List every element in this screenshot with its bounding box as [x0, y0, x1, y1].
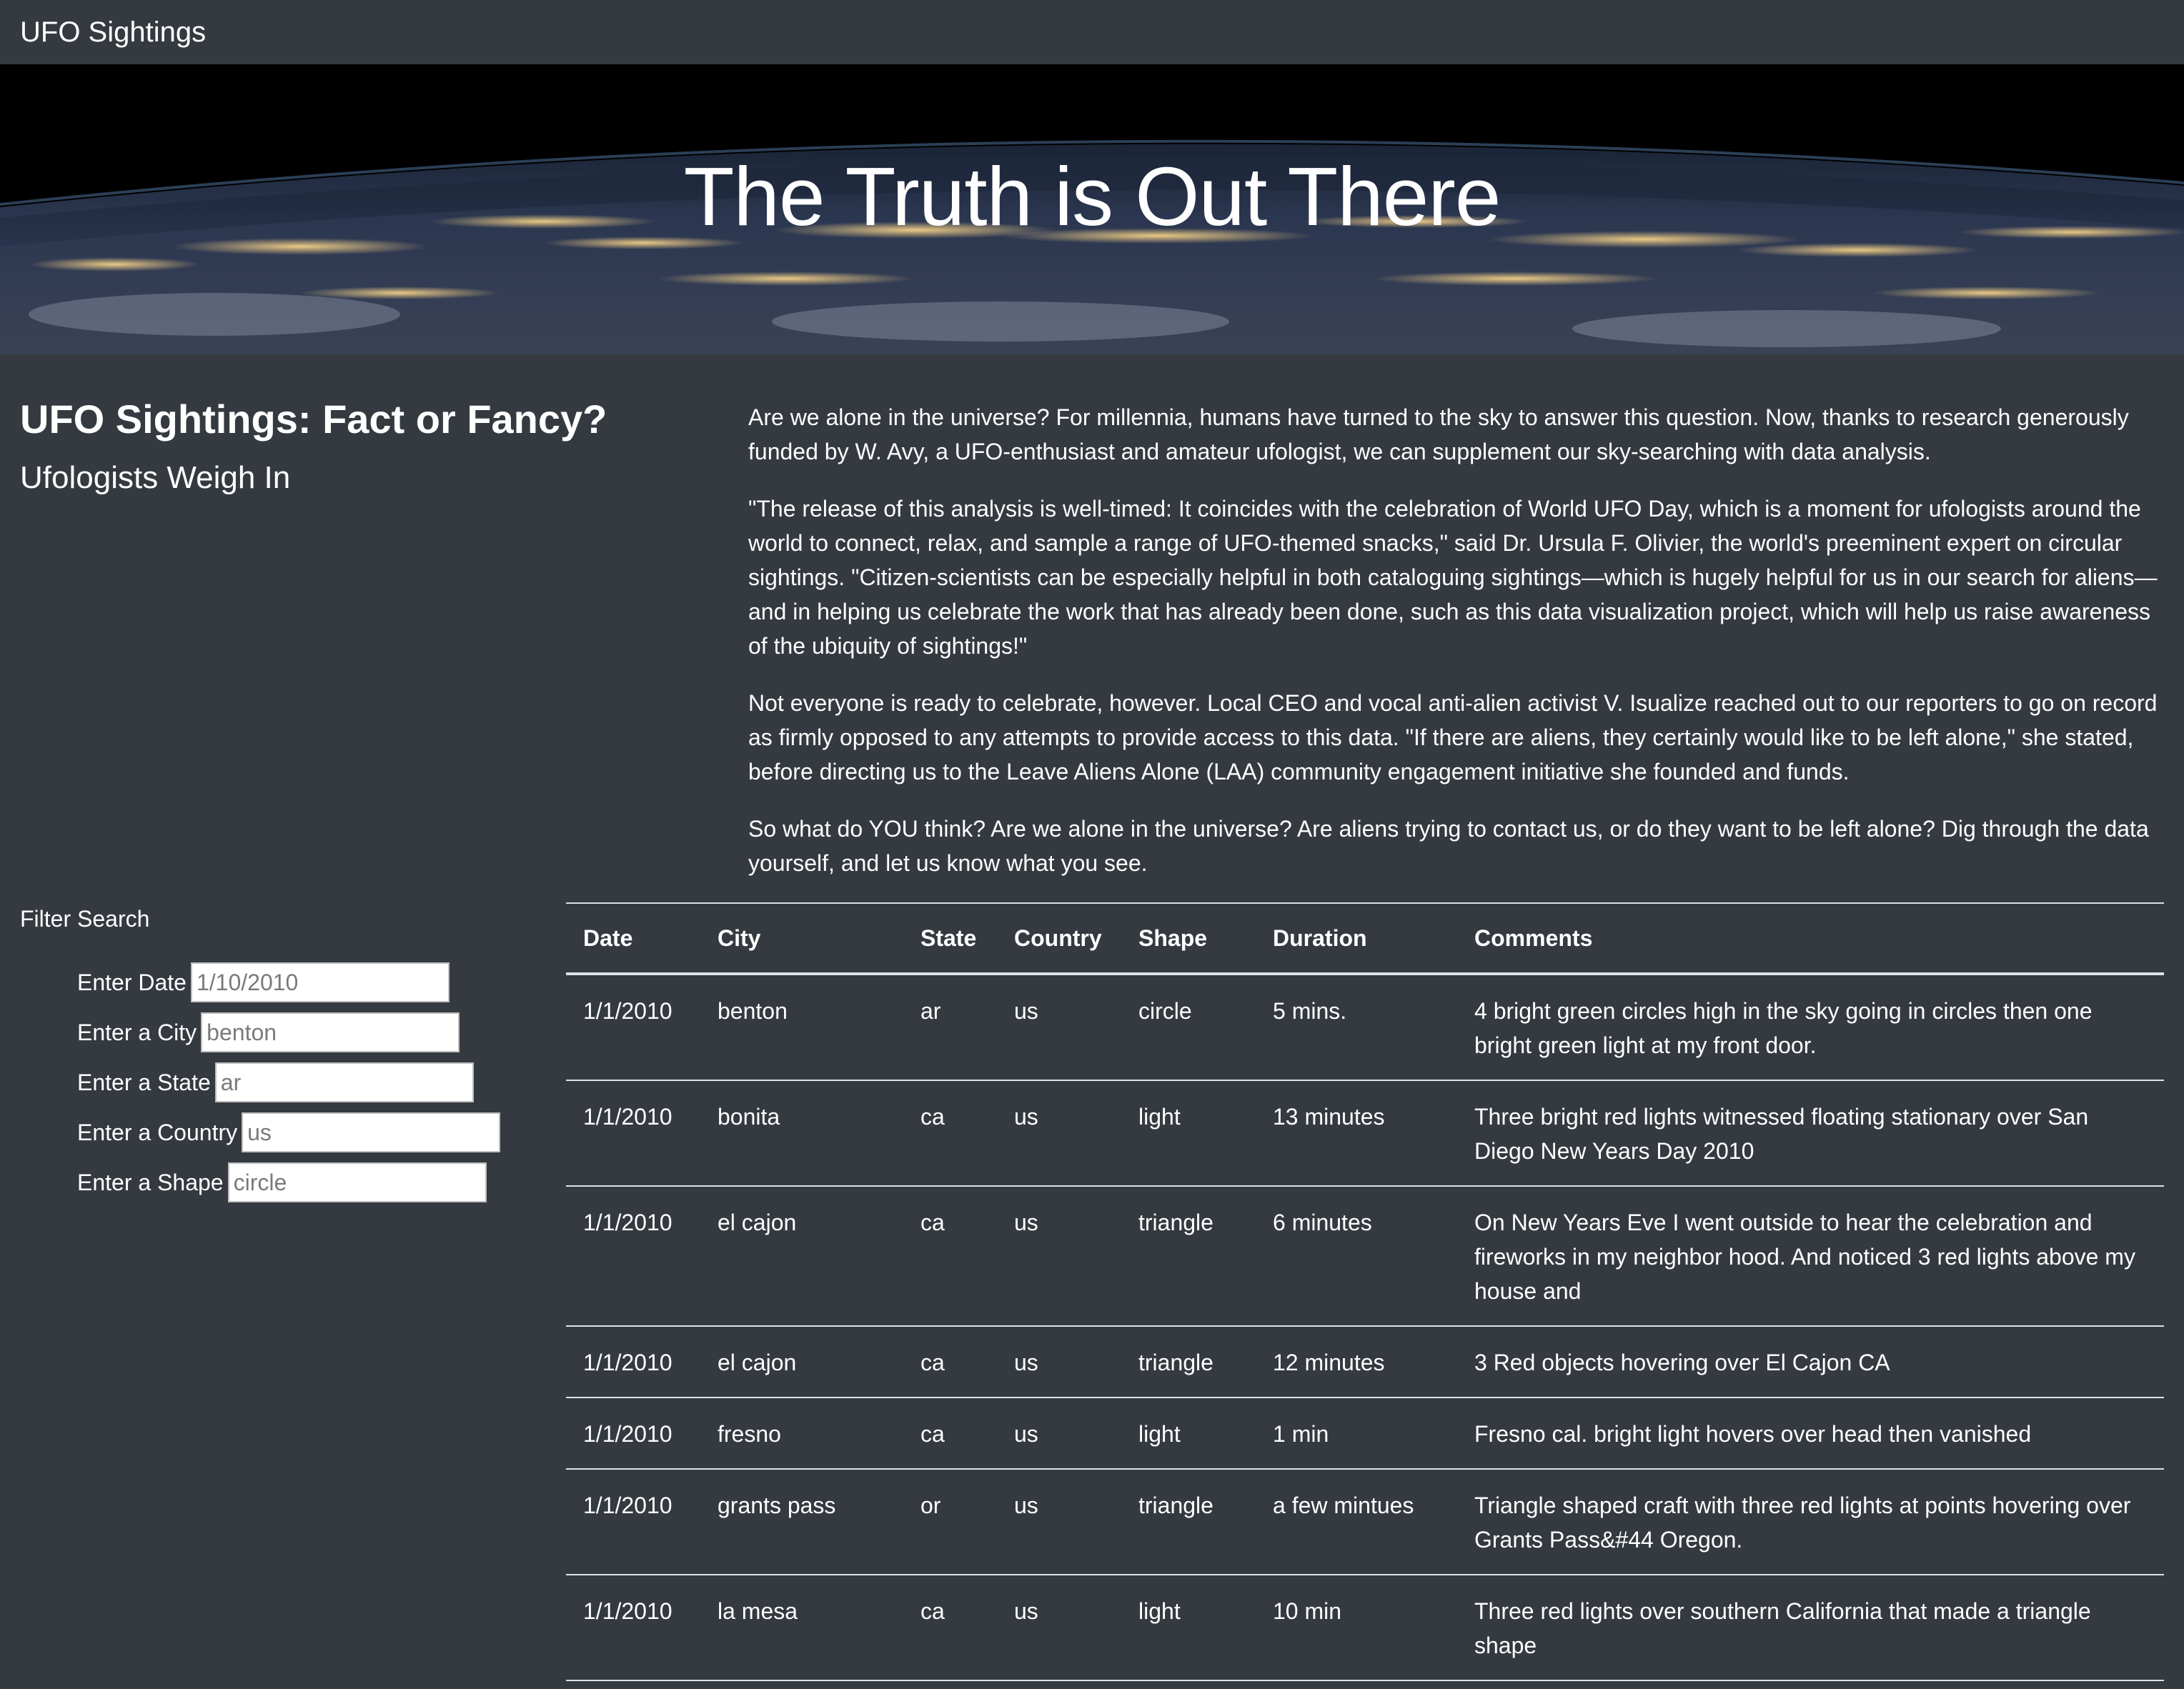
cell-country: us	[997, 1186, 1121, 1327]
cell-date: 1/1/2010	[566, 1469, 700, 1575]
cell-comments: Triangle shaped craft with three red lig…	[1457, 1469, 2164, 1575]
table-row: 1/1/2010 bonita ca us light 13 minutes Three b…	[566, 1080, 2164, 1187]
cell-duration: 12 minutes	[1256, 1326, 1457, 1398]
cell-state: ca	[903, 1186, 997, 1327]
cell-date: 1/1/2010	[566, 1326, 700, 1398]
country-input[interactable]	[242, 1112, 501, 1152]
date-input[interactable]	[190, 962, 450, 1002]
cell-state: ca	[903, 1326, 997, 1398]
table-row: 1/1/2010 fresno ca us light 1 min Fresno cal. …	[566, 1397, 2164, 1470]
header-state: State	[903, 902, 997, 975]
table-header: Date City State Country Shape Duration C…	[566, 902, 2164, 975]
article-paragraph: Are we alone in the universe? For millen…	[748, 404, 2129, 464]
cell-country: us	[997, 1326, 1121, 1398]
cell-shape: triangle	[1121, 1186, 1256, 1327]
intro-subheading: Ufologists Weigh In	[20, 460, 291, 495]
cell-comments: On New Years Eve I went outside to hear …	[1457, 1186, 2164, 1327]
cell-date: 1/1/2010	[566, 1186, 700, 1327]
article-paragraph: "The release of this analysis is well-ti…	[748, 496, 2158, 659]
cell-comments: Three bright red lights witnessed floati…	[1457, 1080, 2164, 1187]
cell-city: la mesa	[700, 1575, 903, 1681]
cell-date: 1/1/2010	[566, 974, 700, 1081]
cell-country: us	[997, 974, 1121, 1081]
header-shape: Shape	[1121, 902, 1256, 975]
cell-city: el cajon	[700, 1186, 903, 1327]
article: Are we alone in the universe? For millen…	[748, 400, 2163, 903]
cell-date: 1/1/2010	[566, 1397, 700, 1470]
header-date: Date	[566, 902, 700, 975]
country-label: Enter a Country	[77, 1119, 238, 1145]
intro-title: UFO Sightings: Fact or Fancy? Ufologists…	[20, 394, 720, 508]
cell-comments: 4 bright green circles high in the sky g…	[1457, 974, 2164, 1081]
header-city: City	[700, 902, 903, 975]
cell-shape: light	[1121, 1397, 1256, 1470]
cell-comments: Three red lights over southern Californi…	[1457, 1575, 2164, 1681]
cell-comments: Fresno cal. bright light hovers over hea…	[1457, 1397, 2164, 1470]
cell-shape: light	[1121, 1575, 1256, 1681]
header-comments: Comments	[1457, 902, 2164, 975]
state-label: Enter a State	[77, 1069, 211, 1095]
cell-duration: 6 minutes	[1256, 1186, 1457, 1327]
cell-state: ca	[903, 1575, 997, 1681]
cell-date: 1/1/2010	[566, 1575, 700, 1681]
filter-item-city: Enter a City	[77, 1007, 535, 1057]
table-header-row: Date City State Country Shape Duration C…	[566, 902, 2164, 975]
filter-panel: Filter Search Enter Date Enter a City En…	[20, 905, 535, 1207]
city-input[interactable]	[201, 1012, 460, 1052]
state-input[interactable]	[214, 1062, 474, 1102]
cell-country: us	[997, 1080, 1121, 1187]
sightings-table: Date City State Country Shape Duration C…	[566, 902, 2164, 1681]
cell-duration: 5 mins.	[1256, 974, 1457, 1081]
cell-city: grants pass	[700, 1469, 903, 1575]
filter-item-shape: Enter a Shape	[77, 1157, 535, 1207]
header-duration: Duration	[1256, 902, 1457, 975]
hero-banner: The Truth is Out There	[0, 64, 2184, 354]
article-paragraph: Not everyone is ready to celebrate, howe…	[748, 690, 2158, 784]
filter-heading: Filter Search	[20, 906, 150, 932]
cell-date: 1/1/2010	[566, 1080, 700, 1187]
sightings-table-container: Date City State Country Shape Duration C…	[566, 902, 2164, 1681]
cell-shape: triangle	[1121, 1469, 1256, 1575]
navbar: UFO Sightings	[0, 0, 2184, 64]
cell-shape: light	[1121, 1080, 1256, 1187]
table-row: 1/1/2010 la mesa ca us light 10 min Three red …	[566, 1575, 2164, 1681]
hero-title: The Truth is Out There	[683, 150, 1502, 243]
filter-item-state: Enter a State	[77, 1057, 535, 1107]
cell-city: el cajon	[700, 1326, 903, 1398]
navbar-brand[interactable]: UFO Sightings	[20, 16, 206, 49]
cell-country: us	[997, 1575, 1121, 1681]
cell-duration: 10 min	[1256, 1575, 1457, 1681]
cell-duration: a few mintues	[1256, 1469, 1457, 1575]
cell-shape: circle	[1121, 974, 1256, 1081]
intro-heading: UFO Sightings: Fact or Fancy?	[20, 397, 607, 442]
shape-input[interactable]	[227, 1162, 487, 1202]
cell-city: bonita	[700, 1080, 903, 1187]
header-country: Country	[997, 902, 1121, 975]
cell-duration: 1 min	[1256, 1397, 1457, 1470]
table-row: 1/1/2010 grants pass or us triangle a few min…	[566, 1469, 2164, 1575]
cell-state: or	[903, 1469, 997, 1575]
cell-country: us	[997, 1397, 1121, 1470]
cell-state: ca	[903, 1080, 997, 1187]
cell-state: ca	[903, 1397, 997, 1470]
cell-comments: 3 Red objects hovering over El Cajon CA	[1457, 1326, 2164, 1398]
filter-item-date: Enter Date	[77, 957, 535, 1007]
cell-shape: triangle	[1121, 1326, 1256, 1398]
cell-city: benton	[700, 974, 903, 1081]
cell-state: ar	[903, 974, 997, 1081]
table-body: 1/1/2010 benton ar us circle 5 mins. 4 bright …	[566, 974, 2164, 1681]
cell-city: fresno	[700, 1397, 903, 1470]
table-row: 1/1/2010 benton ar us circle 5 mins. 4 bright …	[566, 974, 2164, 1081]
filter-item-country: Enter a Country	[77, 1107, 535, 1157]
city-label: Enter a City	[77, 1019, 197, 1045]
article-paragraph: So what do YOU think? Are we alone in th…	[748, 816, 2149, 876]
table-row: 1/1/2010 el cajon ca us triangle 12 minutes 3 …	[566, 1326, 2164, 1398]
cell-duration: 13 minutes	[1256, 1080, 1457, 1187]
table-row: 1/1/2010 el cajon ca us triangle 6 minutes On …	[566, 1186, 2164, 1327]
cell-country: us	[997, 1469, 1121, 1575]
filter-list: Enter Date Enter a City Enter a State En…	[20, 957, 535, 1207]
date-label: Enter Date	[77, 969, 187, 995]
shape-label: Enter a Shape	[77, 1169, 224, 1195]
